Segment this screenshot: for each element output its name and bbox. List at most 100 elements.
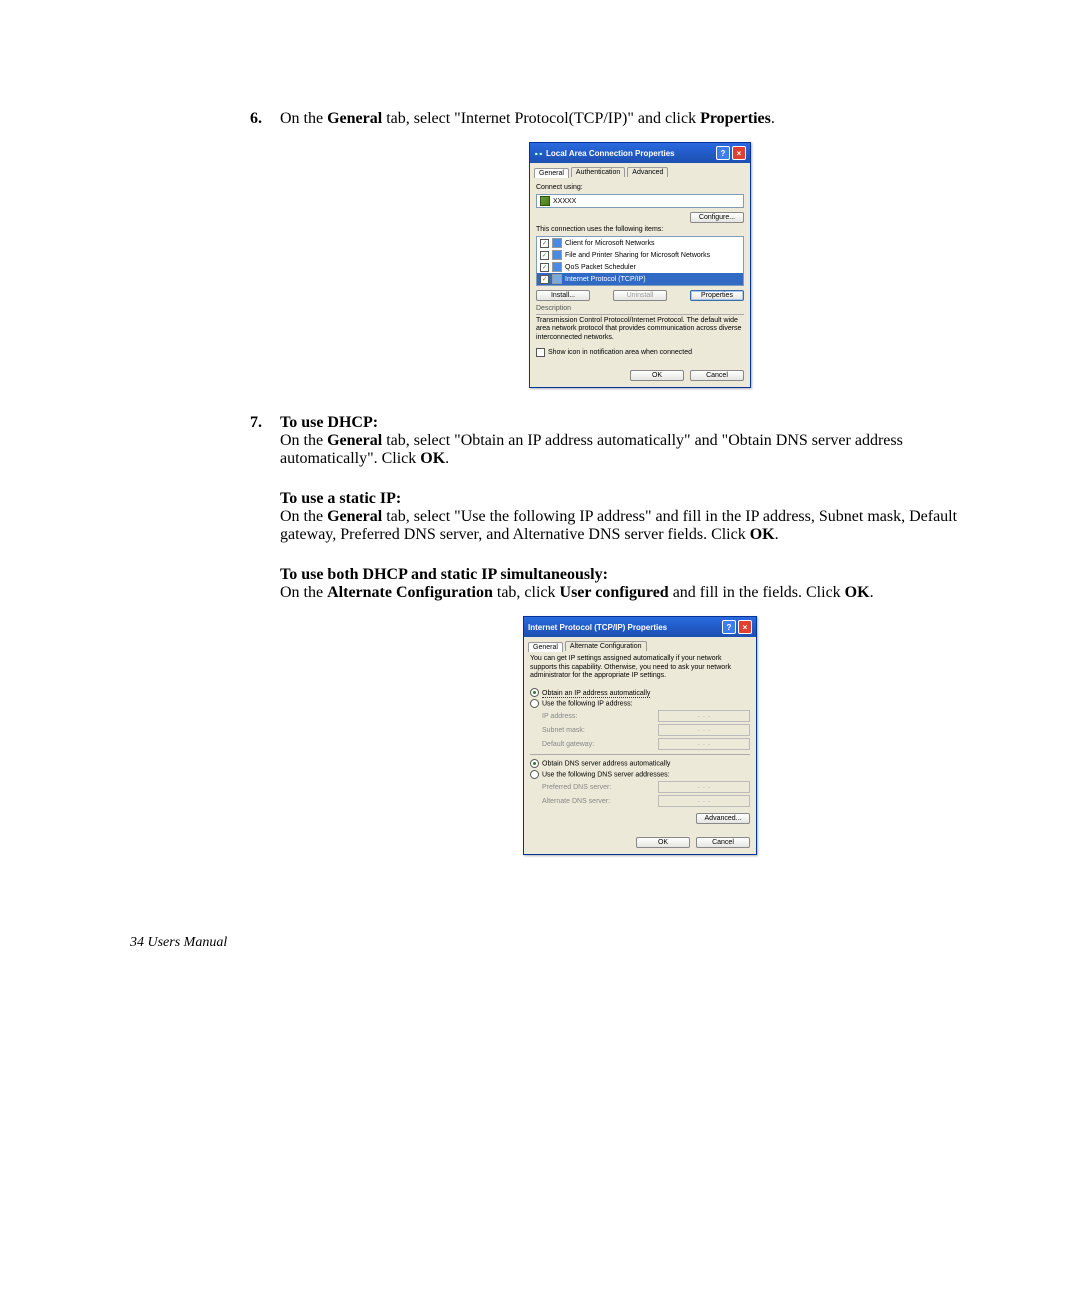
- ip-address-label: IP address:: [542, 713, 577, 720]
- lan-properties-dialog: Local Area Connection Properties ? × Gen…: [529, 142, 751, 388]
- t: OK: [845, 584, 870, 601]
- list-item-selected[interactable]: ✓ Internet Protocol (TCP/IP): [537, 273, 743, 285]
- ok-button[interactable]: OK: [636, 837, 690, 848]
- radio-label: Obtain DNS server address automatically: [542, 761, 670, 768]
- description-legend: Description: [536, 305, 744, 312]
- radio-label: Use the following IP address:: [542, 701, 633, 708]
- advanced-button[interactable]: Advanced...: [696, 813, 750, 824]
- help-button[interactable]: ?: [716, 146, 730, 160]
- t: OK: [750, 526, 775, 543]
- close-button[interactable]: ×: [732, 146, 746, 160]
- preferred-dns-label: Preferred DNS server:: [542, 784, 611, 791]
- cancel-button[interactable]: Cancel: [696, 837, 750, 848]
- radio-use-following-ip[interactable]: Use the following IP address:: [530, 699, 750, 708]
- t: OK: [420, 450, 445, 467]
- tab-general[interactable]: General: [528, 642, 563, 652]
- t: tab, click: [493, 584, 560, 601]
- tab-general[interactable]: General: [534, 168, 569, 178]
- step-6-bold-1: General: [327, 110, 382, 127]
- configure-button[interactable]: Configure...: [690, 212, 744, 223]
- dialog2-button-row: OK Cancel: [524, 833, 756, 854]
- radio-obtain-ip-auto[interactable]: Obtain an IP address automatically: [530, 688, 750, 697]
- step-7-para-2: On the General tab, select "Use the foll…: [280, 508, 1000, 544]
- checkbox-icon[interactable]: ✓: [540, 239, 549, 248]
- t: General: [327, 508, 382, 525]
- t: .: [775, 526, 779, 543]
- t: and fill in the fields. Click: [669, 584, 845, 601]
- step-7-heading-both: To use both DHCP and static IP simultane…: [280, 566, 1000, 584]
- dialog2-titlebar[interactable]: Internet Protocol (TCP/IP) Properties ? …: [524, 617, 756, 637]
- dialog1-tabs: General Authentication Advanced: [530, 163, 750, 177]
- t: Alternate Configuration: [327, 584, 493, 601]
- alternate-dns-label: Alternate DNS server:: [542, 798, 610, 805]
- radio-label: Use the following DNS server addresses:: [542, 772, 670, 779]
- radio-label: Obtain an IP address automatically: [542, 690, 650, 698]
- preferred-dns-field[interactable]: . . .: [658, 781, 750, 793]
- step-7-body: To use DHCP: On the General tab, select …: [280, 414, 1000, 875]
- step-6-text-b: tab, select "Internet Protocol(TCP/IP)" …: [382, 110, 700, 127]
- t: .: [445, 450, 449, 467]
- subnet-mask-field[interactable]: . . .: [658, 724, 750, 736]
- step-7-heading-dhcp: To use DHCP:: [280, 414, 1000, 432]
- step-6-body: On the General tab, select "Internet Pro…: [280, 110, 1000, 408]
- dialog2-title: Internet Protocol (TCP/IP) Properties: [528, 623, 667, 632]
- tab-advanced[interactable]: Advanced: [627, 167, 668, 177]
- dialog1-title: Local Area Connection Properties: [546, 149, 675, 158]
- cancel-button[interactable]: Cancel: [690, 370, 744, 381]
- checkbox-icon[interactable]: ✓: [540, 251, 549, 260]
- alternate-dns-field[interactable]: . . .: [658, 795, 750, 807]
- ip-address-field[interactable]: . . .: [658, 710, 750, 722]
- tab-alternate-configuration[interactable]: Alternate Configuration: [565, 641, 647, 651]
- properties-button[interactable]: Properties: [690, 290, 744, 301]
- default-gateway-field[interactable]: . . .: [658, 738, 750, 750]
- t: User configured: [560, 584, 669, 601]
- dialog1-titlebar[interactable]: Local Area Connection Properties ? ×: [530, 143, 750, 163]
- item-label: Client for Microsoft Networks: [565, 240, 654, 247]
- step-6-text-c: .: [771, 110, 775, 127]
- t: General: [327, 432, 382, 449]
- step-6-bold-2: Properties: [700, 110, 771, 127]
- step-6: 6. On the General tab, select "Internet …: [250, 110, 1000, 408]
- connect-using-label: Connect using:: [536, 184, 744, 191]
- qos-icon: [552, 262, 562, 272]
- checkbox-icon[interactable]: ✓: [540, 275, 549, 284]
- adapter-name: XXXXX: [553, 198, 576, 205]
- checkbox-icon[interactable]: ✓: [540, 263, 549, 272]
- nic-icon: [540, 196, 550, 206]
- t: .: [870, 584, 874, 601]
- items-listbox[interactable]: ✓ Client for Microsoft Networks ✓ File a…: [536, 236, 744, 286]
- client-icon: [552, 238, 562, 248]
- dialog1-button-row: OK Cancel: [530, 366, 750, 387]
- dialog2-body: You can get IP settings assigned automat…: [524, 651, 756, 833]
- close-button[interactable]: ×: [738, 620, 752, 634]
- uninstall-button[interactable]: Uninstall: [613, 290, 667, 301]
- ok-button[interactable]: OK: [630, 370, 684, 381]
- page-footer: 34 Users Manual: [130, 935, 1000, 951]
- tab-authentication[interactable]: Authentication: [571, 167, 625, 177]
- step-6-text-a: On the: [280, 110, 327, 127]
- t: On the: [280, 584, 327, 601]
- t: tab, select "Use the following IP addres…: [280, 508, 957, 543]
- dialog1-body: Connect using: XXXXX Configure... This c…: [530, 177, 750, 366]
- sharing-icon: [552, 250, 562, 260]
- item-label: Internet Protocol (TCP/IP): [565, 276, 646, 283]
- step-7-para-3: On the Alternate Configuration tab, clic…: [280, 584, 1000, 602]
- install-button[interactable]: Install...: [536, 290, 590, 301]
- tcpip-icon: [552, 274, 562, 284]
- step-6-number: 6.: [250, 110, 280, 408]
- list-item[interactable]: ✓ Client for Microsoft Networks: [537, 237, 743, 249]
- subnet-mask-label: Subnet mask:: [542, 727, 585, 734]
- help-button[interactable]: ?: [722, 620, 736, 634]
- list-item[interactable]: ✓ QoS Packet Scheduler: [537, 261, 743, 273]
- item-label: File and Printer Sharing for Microsoft N…: [565, 252, 710, 259]
- items-label: This connection uses the following items…: [536, 226, 744, 233]
- adapter-field[interactable]: XXXXX: [536, 194, 744, 208]
- dialog2-tabs: General Alternate Configuration: [524, 637, 756, 651]
- list-item[interactable]: ✓ File and Printer Sharing for Microsoft…: [537, 249, 743, 261]
- radio-obtain-dns-auto[interactable]: Obtain DNS server address automatically: [530, 759, 750, 768]
- manual-page: 6. On the General tab, select "Internet …: [0, 0, 1080, 1011]
- show-icon-checkbox[interactable]: ✓: [536, 348, 545, 357]
- radio-use-following-dns[interactable]: Use the following DNS server addresses:: [530, 770, 750, 779]
- dialog2-intro: You can get IP settings assigned automat…: [530, 655, 750, 680]
- description-text: Transmission Control Protocol/Internet P…: [536, 317, 744, 342]
